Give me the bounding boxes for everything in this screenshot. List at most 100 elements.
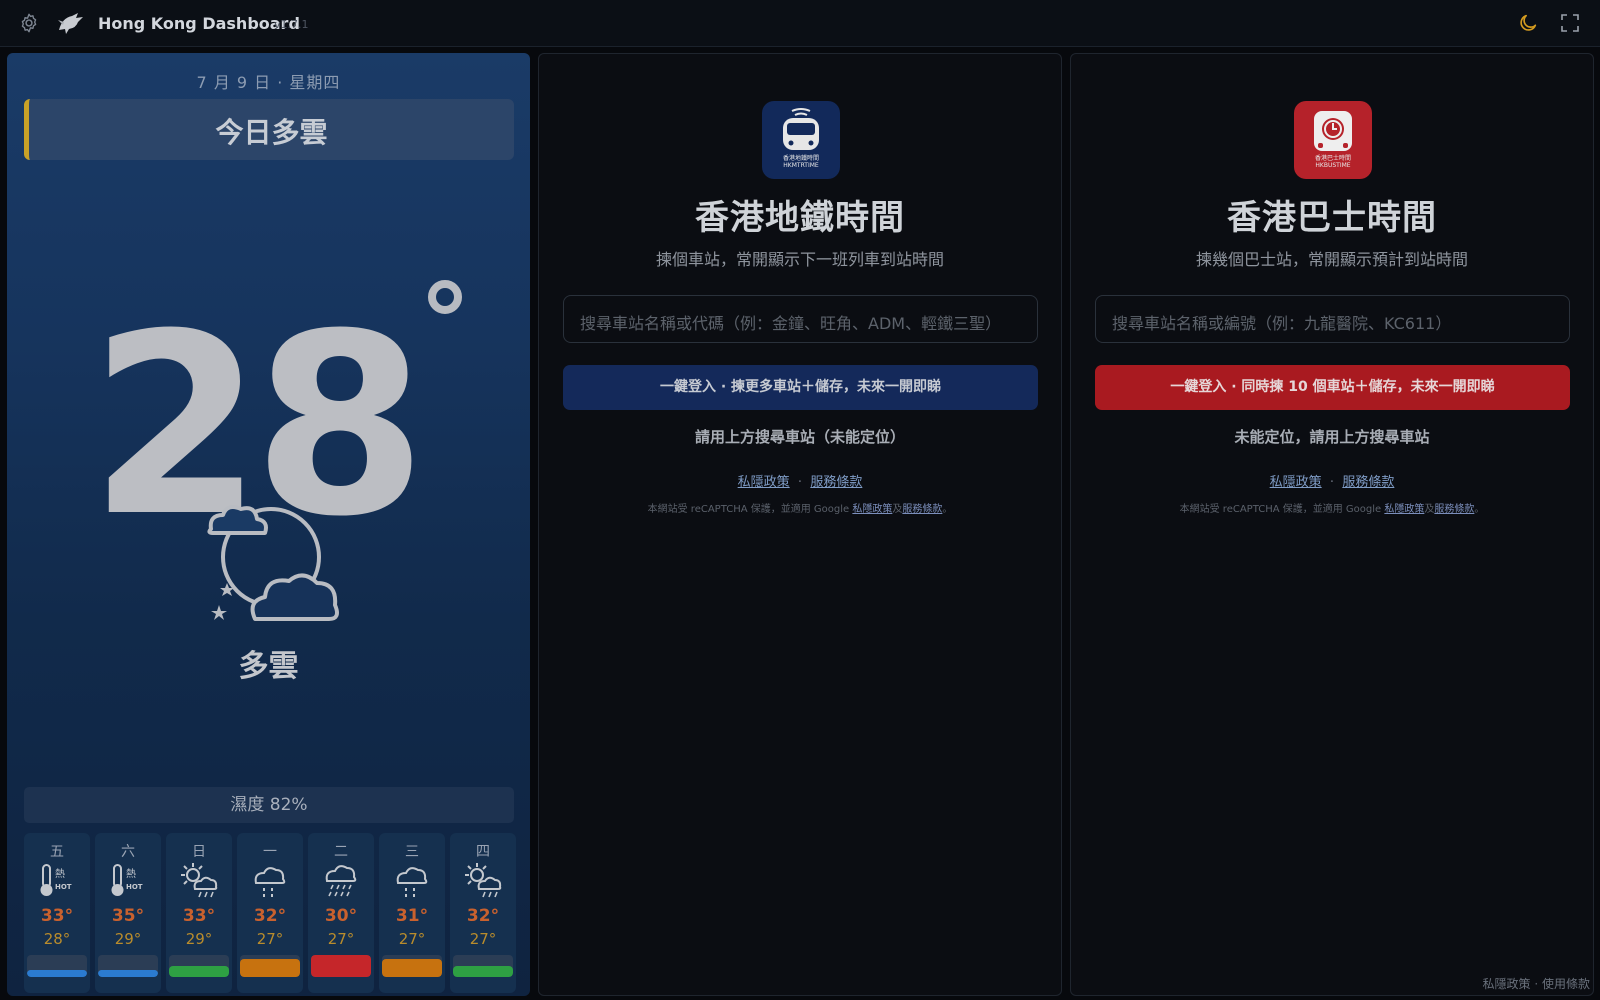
- recaptcha-terms-link[interactable]: 服務條款: [1434, 504, 1474, 515]
- moon-icon[interactable]: [1517, 12, 1539, 34]
- forecast-day: 日 33° 29°: [166, 833, 232, 993]
- forecast-high: 30°: [324, 906, 358, 926]
- forecast-day: 四 32° 27°: [450, 833, 516, 993]
- app-version: v1.7.1: [274, 18, 309, 31]
- hot-icon: 熱 HOT: [111, 864, 143, 896]
- forecast-day: 一 32° 27°: [237, 833, 303, 993]
- footer-privacy-link[interactable]: 私隱政策: [1482, 977, 1530, 991]
- bus-privacy-link[interactable]: 私隱政策: [1270, 475, 1322, 490]
- mtr-terms-link[interactable]: 服務條款: [810, 475, 862, 490]
- forecast-low: 27°: [469, 930, 497, 948]
- mtr-search-input[interactable]: 搜尋車站名稱或代碼（例：金鐘、旺角、ADM、輕鐵三聖）: [563, 295, 1038, 343]
- bus-title: 香港巴士時間: [1227, 198, 1437, 238]
- bus-panel: 香港巴士時間 HKBUSTIME 香港巴士時間 揀幾個巴士站，常開顯示預計到站時間…: [1070, 53, 1594, 996]
- weather-banner-text: 今日多雲: [215, 116, 328, 149]
- heavy-rain-icon: [325, 865, 357, 897]
- bus-terms-link[interactable]: 服務條款: [1342, 475, 1394, 490]
- mtr-recaptcha-notice: 本網站受 reCAPTCHA 保護，並適用 Google 私隱政策及服務條款。: [539, 500, 1061, 515]
- forecast-day-label: 六: [121, 844, 135, 860]
- rain-level-bar: [27, 955, 87, 977]
- recaptcha-privacy-link[interactable]: 私隱政策: [852, 504, 892, 515]
- weather-banner: 今日多雲: [24, 99, 514, 160]
- svg-text:熱: 熱: [55, 867, 65, 880]
- svg-text:HOT: HOT: [55, 883, 72, 891]
- hot-icon: 熱 HOT: [40, 864, 72, 896]
- recaptcha-privacy-link[interactable]: 私隱政策: [1384, 504, 1424, 515]
- shower-icon: [396, 867, 428, 897]
- mtr-status: 請用上方搜尋車站（未能定位）: [694, 428, 905, 446]
- forecast-day-label: 四: [476, 844, 490, 860]
- forecast-low: 27°: [256, 930, 284, 948]
- svg-text:熱: 熱: [126, 867, 136, 880]
- rain-level-bar: [98, 955, 158, 977]
- rain-level-bar: [169, 955, 229, 977]
- forecast-day: 五 熱 HOT 33° 28°: [24, 833, 90, 993]
- bus-login-button[interactable]: 一鍵登入 · 同時揀 10 個車站＋儲存，未來一開即睇: [1095, 365, 1570, 410]
- recaptcha-suffix: 。: [1474, 504, 1485, 515]
- bus-search-placeholder: 搜尋車站名稱或編號（例：九龍醫院、KC611）: [1112, 314, 1452, 333]
- weather-condition: 多雲: [238, 649, 299, 684]
- fullscreen-icon[interactable]: [1560, 13, 1580, 33]
- footer-terms-link[interactable]: 使用條款: [1542, 977, 1590, 991]
- bus-recaptcha-notice: 本網站受 reCAPTCHA 保護，並適用 Google 私隱政策及服務條款。: [1071, 500, 1593, 515]
- forecast-day-label: 三: [405, 844, 419, 860]
- gear-icon[interactable]: [18, 12, 40, 34]
- bus-status: 未能定位，請用上方搜尋車站: [1234, 428, 1430, 446]
- rain-level-fill: [98, 970, 158, 977]
- forecast-low: 29°: [185, 930, 213, 948]
- weather-panel: 7 月 9 日 · 星期四 今日多雲 28 多雲 濕度 82% 五 熱 HOT …: [7, 53, 530, 996]
- rain-level-fill: [169, 966, 229, 977]
- humidity-bar: 濕度 82%: [24, 787, 514, 823]
- forecast-day: 六 熱 HOT 35° 29°: [95, 833, 161, 993]
- rain-level-fill: [382, 959, 442, 977]
- forecast-low: 27°: [327, 930, 355, 948]
- recaptcha-text: 本網站受 reCAPTCHA 保護，並適用 Google: [647, 504, 853, 515]
- bus-subtitle: 揀幾個巴士站，常開顯示預計到站時間: [1195, 250, 1468, 269]
- mtr-icon-caption-en: HKMTRTIME: [783, 162, 819, 169]
- forecast-high: 35°: [111, 906, 145, 926]
- forecast-low: 27°: [398, 930, 426, 948]
- sun-shower-icon: [465, 863, 502, 898]
- mtr-title: 香港地鐵時間: [695, 198, 905, 238]
- app-title: Hong Kong Dashboard: [98, 14, 300, 33]
- rain-level-bar: [240, 955, 300, 977]
- rain-level-bar: [382, 955, 442, 977]
- rain-level-fill: [311, 955, 371, 977]
- rain-level-fill: [27, 970, 87, 977]
- recaptcha-terms-link[interactable]: 服務條款: [902, 504, 942, 515]
- bus-icon-caption: 香港巴士時間 HKBUSTIME: [1294, 155, 1372, 169]
- top-bar: Hong Kong Dashboard v1.7.1: [0, 0, 1600, 47]
- cloudy-night-icon: [207, 505, 339, 621]
- recaptcha-and: 及: [892, 504, 903, 515]
- recaptcha-suffix: 。: [942, 504, 953, 515]
- mtr-links: 私隱政策 · 服務條款: [737, 475, 863, 490]
- mtr-login-button[interactable]: 一鍵登入 · 揀更多車站＋儲存，未來一開即睇: [563, 365, 1038, 410]
- svg-text:HOT: HOT: [126, 883, 143, 891]
- bus-search-input[interactable]: 搜尋車站名稱或編號（例：九龍醫院、KC611）: [1095, 295, 1570, 343]
- weather-date: 7 月 9 日 · 星期四: [196, 73, 341, 92]
- mtr-panel: 香港地鐵時間 HKMTRTIME 香港地鐵時間 揀個車站，常開顯示下一班列車到站時…: [538, 53, 1062, 996]
- forecast-day-label: 五: [50, 844, 64, 860]
- forecast-day-label: 二: [334, 844, 348, 860]
- forecast-day-label: 日: [192, 844, 206, 860]
- forecast-high: 32°: [466, 906, 500, 926]
- sun-shower-icon: [181, 863, 218, 898]
- forecast-high: 33°: [40, 906, 74, 926]
- rain-level-fill: [240, 959, 300, 977]
- bus-links: 私隱政策 · 服務條款: [1269, 475, 1395, 490]
- forecast-day-label: 一: [263, 844, 277, 860]
- mtr-privacy-link[interactable]: 私隱政策: [738, 475, 790, 490]
- mtr-icon-caption: 香港地鐵時間 HKMTRTIME: [762, 155, 840, 169]
- footer-separator: ·: [1534, 977, 1539, 991]
- forecast-day: 二 30° 27°: [308, 833, 374, 993]
- bus-app-icon: 香港巴士時間 HKBUSTIME: [1294, 101, 1372, 179]
- forecast-strip: 五 熱 HOT 33° 28° 六 熱 HOT 35° 29° 日 33° 29…: [24, 833, 516, 993]
- degree-icon: [428, 280, 462, 314]
- forecast-high: 32°: [253, 906, 287, 926]
- forecast-low: 29°: [114, 930, 142, 948]
- bus-icon-caption-zh: 香港巴士時間: [1314, 155, 1351, 162]
- forecast-day: 三 31° 27°: [379, 833, 445, 993]
- rain-level-fill: [453, 966, 513, 977]
- mtr-app-icon: 香港地鐵時間 HKMTRTIME: [762, 101, 840, 179]
- rain-level-bar: [311, 955, 371, 977]
